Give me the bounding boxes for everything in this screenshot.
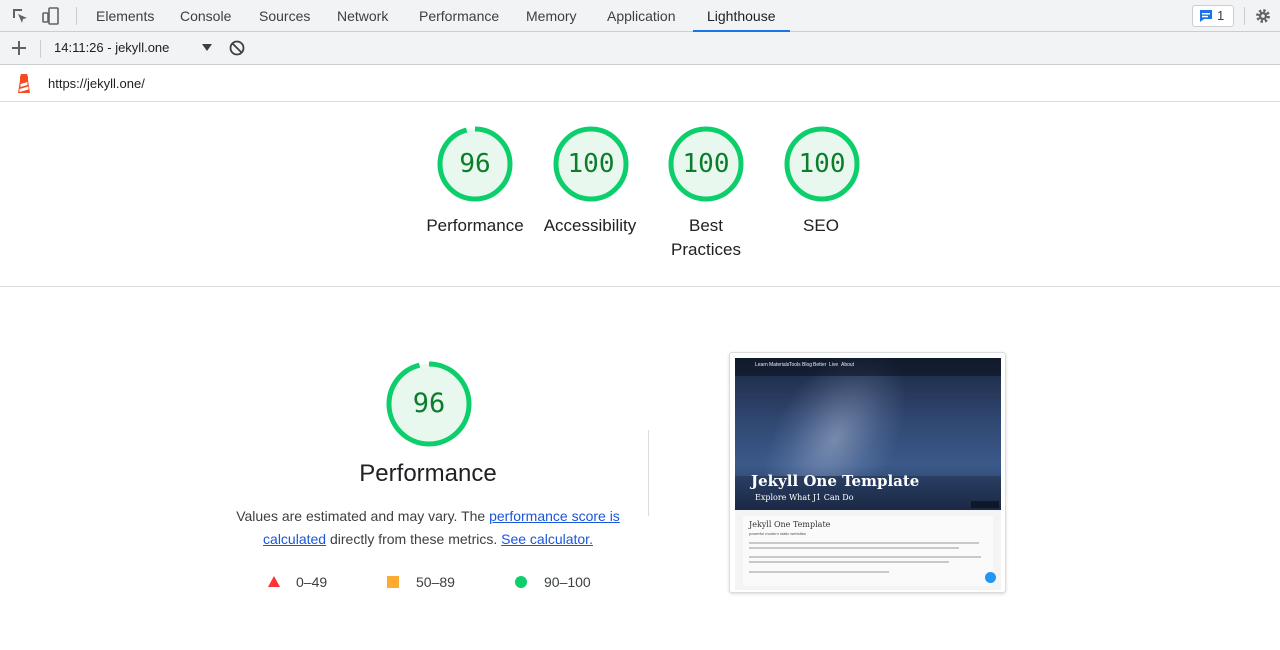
- text-line: [749, 561, 949, 563]
- clear-all-icon[interactable]: [228, 39, 246, 57]
- vertical-separator: [648, 430, 649, 516]
- gauge-score: 100: [567, 149, 615, 179]
- gauge-score: 96: [459, 149, 491, 179]
- legend-range: 90–100: [544, 574, 591, 590]
- inspect-element-icon[interactable]: [10, 6, 30, 26]
- tab-performance[interactable]: Performance: [419, 0, 499, 32]
- text-line: [749, 547, 959, 549]
- image-credit-chip: [971, 501, 999, 508]
- nav-item: Materials: [769, 362, 790, 368]
- issues-button[interactable]: 1: [1192, 5, 1234, 27]
- new-report-plus-icon[interactable]: [9, 38, 29, 58]
- text-line: [749, 571, 889, 573]
- gauge-score: 96: [412, 388, 446, 419]
- performance-gauge-large: 96: [385, 360, 473, 448]
- nav-item: Better: [813, 362, 827, 368]
- see-calculator-link[interactable]: See calculator.: [501, 531, 593, 547]
- gauge-label-line: Practices: [671, 240, 741, 259]
- nav-item: Blog: [802, 362, 813, 368]
- chevron-down-icon[interactable]: [201, 43, 213, 53]
- screenshot-hero: Learn Materials Tools Blog Better Live A…: [735, 358, 1001, 510]
- tab-memory[interactable]: Memory: [526, 0, 577, 32]
- description-text: directly from these metrics.: [326, 531, 502, 547]
- gauge-score: 100: [682, 149, 730, 179]
- scroll-button: [985, 572, 996, 583]
- lighthouse-toolbar: 14:11:26 - jekyll.one: [0, 32, 1280, 65]
- nav-item: Live: [829, 362, 839, 368]
- triangle-icon: [268, 576, 280, 587]
- text-line: [749, 542, 979, 544]
- gauge-label-seo: SEO: [803, 216, 839, 235]
- screenshot-nav: Learn Materials Tools Blog Better Live A…: [735, 358, 1001, 376]
- settings-gear-icon[interactable]: [1253, 6, 1273, 26]
- tab-elements[interactable]: Elements: [96, 0, 154, 32]
- issues-icon: [1200, 10, 1212, 22]
- section-divider: [0, 286, 1280, 287]
- issues-count: 1: [1217, 8, 1225, 23]
- legend-fail: 0–49: [268, 573, 338, 591]
- tab-lighthouse[interactable]: Lighthouse: [693, 0, 789, 32]
- nav-item: About: [841, 362, 855, 368]
- gauge-seo[interactable]: 100: [783, 125, 861, 205]
- card-title: Jekyll One Template: [749, 520, 831, 529]
- legend-pass: 90–100: [515, 573, 605, 591]
- hero-subtitle: Explore What J1 Can Do: [755, 493, 854, 502]
- gauge-best-practices[interactable]: 100: [667, 125, 745, 205]
- tabbar-separator-right: [1244, 7, 1245, 25]
- legend-range: 50–89: [416, 574, 455, 590]
- tab-sources[interactable]: Sources: [259, 0, 310, 32]
- report-selector[interactable]: 14:11:26 - jekyll.one: [54, 32, 169, 64]
- hero-title: Jekyll One Template: [751, 472, 920, 490]
- performance-description: Values are estimated and may vary. The p…: [228, 505, 628, 551]
- gauge-score: 100: [798, 149, 846, 179]
- card-subtitle: powerful modern static websites: [749, 531, 806, 536]
- screenshot-card: Jekyll One Template powerful modern stat…: [743, 516, 996, 586]
- legend-average: 50–89: [387, 573, 467, 591]
- circle-icon: [515, 576, 527, 588]
- legend-range: 0–49: [296, 574, 328, 590]
- final-screenshot[interactable]: Learn Materials Tools Blog Better Live A…: [729, 352, 1006, 593]
- description-text: Values are estimated and may vary. The: [236, 508, 490, 524]
- devtools-tabbar: Elements Console Sources Network Perform…: [0, 0, 1280, 32]
- toolbar-separator: [40, 40, 41, 58]
- report-url[interactable]: https://jekyll.one/: [48, 65, 145, 102]
- screenshot-body: Jekyll One Template powerful modern stat…: [735, 510, 1001, 590]
- nav-item: Tools: [789, 362, 801, 368]
- square-icon: [387, 576, 399, 588]
- tabbar-separator: [76, 7, 77, 25]
- tab-console[interactable]: Console: [180, 0, 231, 32]
- tab-network[interactable]: Network: [337, 0, 388, 32]
- device-toolbar-icon[interactable]: [41, 6, 61, 26]
- gauge-accessibility[interactable]: 100: [552, 125, 630, 205]
- lighthouse-logo-icon: [18, 74, 30, 93]
- nav-item: Learn: [755, 362, 768, 368]
- report-url-bar: https://jekyll.one/: [0, 65, 1280, 102]
- text-line: [749, 556, 981, 558]
- performance-title: Performance: [359, 460, 497, 487]
- gauge-performance[interactable]: 96: [436, 125, 514, 205]
- tab-application[interactable]: Application: [607, 0, 676, 32]
